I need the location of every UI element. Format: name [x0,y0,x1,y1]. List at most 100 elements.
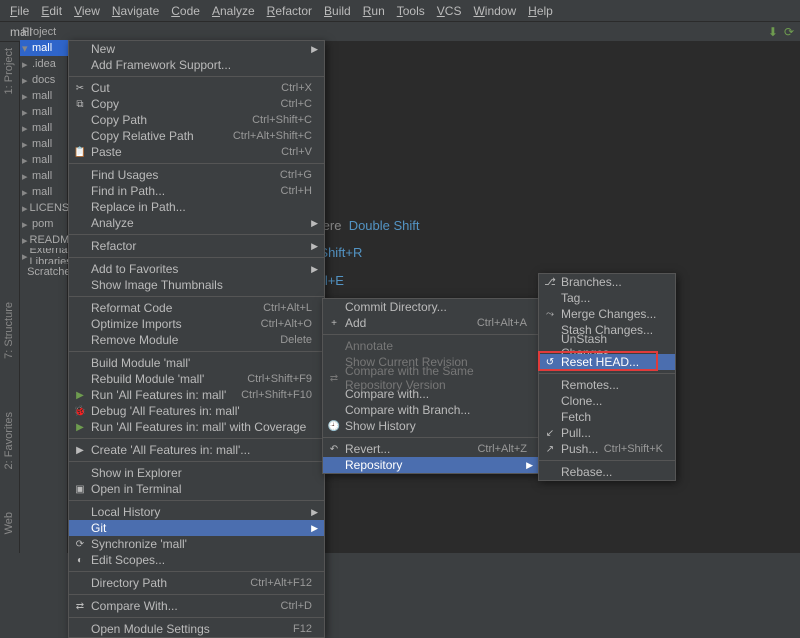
menu-shortcut: Ctrl+Shift+C [252,114,312,126]
menu-item[interactable]: Refactor▶ [69,238,324,254]
menu-item[interactable]: Tag... [539,290,675,306]
menu-item[interactable]: Build Module 'mall' [69,355,324,371]
menu-item[interactable]: ⎇Branches... [539,274,675,290]
menu-item[interactable]: 📋PasteCtrl+V [69,144,324,160]
menu-shortcut: Ctrl+Shift+F10 [241,389,312,401]
menu-item[interactable]: ✂CutCtrl+X [69,80,324,96]
tree-root[interactable]: ▾mall [20,40,68,56]
menu-analyze[interactable]: Analyze [206,2,261,20]
gutter-favorites[interactable]: 2: Favorites [3,412,15,469]
menu-item[interactable]: ⤳Merge Changes... [539,306,675,322]
tree-header[interactable]: Project [20,24,68,40]
menu-item[interactable]: Git▶ [69,520,324,536]
gutter-project[interactable]: 1: Project [3,48,15,94]
tree-item[interactable]: ▸mall [20,88,68,104]
menu-item[interactable]: Find in Path...Ctrl+H [69,183,324,199]
menu-item[interactable]: Replace in Path... [69,199,324,215]
menu-item[interactable]: ⟳ Synchronize 'mall' [69,536,324,552]
menu-item[interactable]: Add to Favorites▶ [69,261,324,277]
project-tree[interactable]: Project ▾mall ▸.idea▸docs▸mall▸mall▸mall… [20,22,68,280]
menu-item-label: Synchronize 'mall' [91,537,187,551]
menu-item-label: Paste [91,145,122,159]
menu-item[interactable]: ↗Push...Ctrl+Shift+K [539,441,675,457]
menu-item[interactable]: ⇄Compare With...Ctrl+D [69,598,324,614]
tree-item[interactable]: ▸mall [20,168,68,184]
menu-item[interactable]: Copy PathCtrl+Shift+C [69,112,324,128]
menu-item[interactable]: Analyze▶ [69,215,324,231]
menu-run[interactable]: Run [357,2,391,20]
menu-item[interactable]: Clone... [539,393,675,409]
menu-item[interactable]: Open Module SettingsF12 [69,621,324,637]
menu-refactor[interactable]: Refactor [261,2,318,20]
tree-item[interactable]: ▸.idea [20,56,68,72]
menu-item[interactable]: New▶ [69,41,324,57]
menu-item[interactable]: Optimize ImportsCtrl+Alt+O [69,316,324,332]
context-menu-git[interactable]: Commit Directory...+AddCtrl+Alt+A Annotat… [322,298,540,474]
menu-item[interactable]: Show Image Thumbnails [69,277,324,293]
tree-item[interactable]: ▸pom [20,216,68,232]
menu-item[interactable]: ▣Open in Terminal [69,481,324,497]
menu-file[interactable]: File [4,2,35,20]
menu-item[interactable]: 🐞Debug 'All Features in: mall' [69,403,324,419]
context-menu-project[interactable]: New▶Add Framework Support...✂CutCtrl+X⧉C… [68,40,325,638]
reset-head--icon: ↺ [543,357,557,368]
menu-item[interactable]: ▶Run 'All Features in: mall'Ctrl+Shift+F… [69,387,324,403]
menu-item[interactable]: ▶Create 'All Features in: mall'... [69,442,324,458]
tree-external[interactable]: ▸External Libraries [20,248,68,264]
menu-item[interactable]: Fetch [539,409,675,425]
menu-help[interactable]: Help [522,2,559,20]
tree-scratches[interactable]: Scratches [20,264,68,280]
menu-view[interactable]: View [68,2,106,20]
menu-code[interactable]: Code [165,2,206,20]
tree-item[interactable]: ▸docs [20,72,68,88]
menu-item[interactable]: Compare with Branch... [323,402,539,418]
context-menu-repository[interactable]: ⎇Branches...Tag...⤳Merge Changes...Stash… [538,273,676,481]
synchronize-mall--icon: ⟳ [73,539,87,550]
menu-item[interactable]: Commit Directory... [323,299,539,315]
menu-edit[interactable]: Edit [35,2,68,20]
menu-item[interactable]: Rebase... [539,464,675,480]
menu-item[interactable]: Rebuild Module 'mall'Ctrl+Shift+F9 [69,371,324,387]
menu-vcs[interactable]: VCS [431,2,468,20]
menu-item[interactable]: Add Framework Support... [69,57,324,73]
menu-item[interactable]: Copy Relative PathCtrl+Alt+Shift+C [69,128,324,144]
gutter-web[interactable]: Web [3,512,15,534]
menu-item[interactable]: ↺Reset HEAD... [539,354,675,370]
menu-item[interactable]: Local History▶ [69,504,324,520]
menu-item[interactable]: Remotes... [539,377,675,393]
tree-item[interactable]: ▸mall [20,136,68,152]
menu-item[interactable]: UnStash Changes... [539,338,675,354]
menu-item[interactable]: ⧉CopyCtrl+C [69,96,324,112]
menu-window[interactable]: Window [467,2,522,20]
vcs-icon[interactable]: ⟳ [784,25,794,39]
menu-item[interactable]: Repository▶ [323,457,539,473]
menu-tools[interactable]: Tools [391,2,431,20]
menu-item-label: Annotate [345,339,393,353]
tree-item[interactable]: ▸mall [20,120,68,136]
tree-item[interactable]: ▸LICENSE [20,200,68,216]
menu-item[interactable]: ▶Run 'All Features in: mall' with Covera… [69,419,324,435]
menu-item[interactable]: Find UsagesCtrl+G [69,167,324,183]
menu-build[interactable]: Build [318,2,357,20]
compare-with--icon: ⇄ [73,601,87,612]
menu-item[interactable]: Compare with... [323,386,539,402]
copy-icon: ⧉ [73,99,87,110]
menu-item[interactable]: Directory PathCtrl+Alt+F12 [69,575,324,591]
menu-item[interactable]: ↶Revert...Ctrl+Alt+Z [323,441,539,457]
menu-item[interactable]: Remove ModuleDelete [69,332,324,348]
gutter-structure[interactable]: 7: Structure [3,302,15,359]
menu-item[interactable]: +AddCtrl+Alt+A [323,315,539,331]
menu-item[interactable]: ↙Pull... [539,425,675,441]
tree-item[interactable]: ▸mall [20,104,68,120]
menu-navigate[interactable]: Navigate [106,2,165,20]
menu-item[interactable]: ◐Edit Scopes... [69,552,324,568]
tree-item[interactable]: ▸mall [20,184,68,200]
tree-item[interactable]: ▸mall [20,152,68,168]
tree-item[interactable]: ▸README [20,232,68,248]
menu-item[interactable]: Reformat CodeCtrl+Alt+L [69,300,324,316]
menu-shortcut: Ctrl+Alt+Shift+C [233,130,312,142]
build-icon[interactable]: ⬇ [768,25,778,39]
menu-item[interactable]: Show in Explorer [69,465,324,481]
merge-changes--icon: ⤳ [543,309,557,320]
menu-item[interactable]: 🕘Show History [323,418,539,434]
